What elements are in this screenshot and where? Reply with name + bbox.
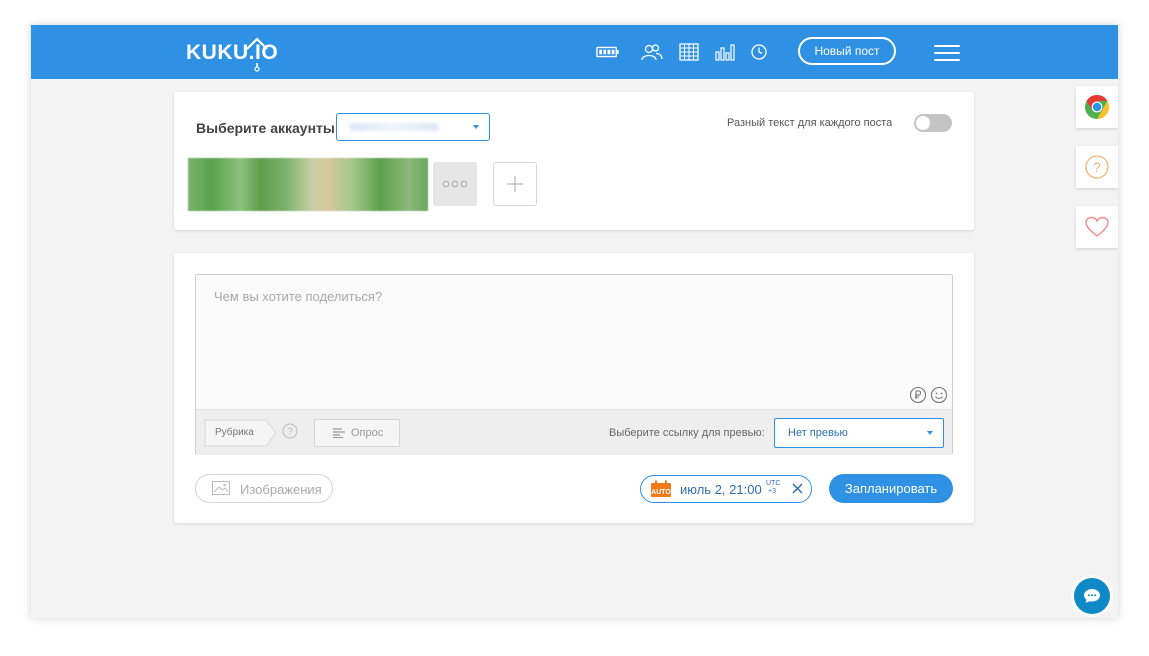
ruble-icon[interactable] (909, 386, 927, 404)
poll-label: Опрос (351, 427, 384, 439)
selected-accounts-blurred (349, 123, 439, 131)
different-text-toggle[interactable] (914, 114, 952, 132)
add-images-button[interactable]: Изображения (195, 474, 333, 503)
users-icon[interactable] (640, 42, 664, 62)
accounts-card: Выберите аккаунты Разный текст для каждо… (174, 92, 974, 230)
menu-icon[interactable] (934, 44, 960, 62)
close-icon[interactable] (791, 482, 804, 495)
favorite-tab[interactable] (1076, 206, 1118, 248)
post-editor: Рубрика ? Опрос Выберите ссылку для прев… (195, 274, 953, 455)
battery-icon[interactable] (596, 42, 620, 62)
utc-offset: +3 (768, 488, 776, 495)
rubric-button[interactable]: Рубрика (204, 419, 278, 447)
emoji-icon[interactable] (930, 386, 948, 404)
stats-icon[interactable] (713, 42, 737, 62)
schedule-date-value: июль 2, 21:00 (680, 482, 762, 497)
more-accounts-button[interactable] (433, 162, 477, 206)
ellipsis-icon (442, 180, 468, 188)
svg-text:?: ? (287, 427, 293, 438)
preview-link-select[interactable]: Нет превью (774, 418, 944, 448)
svg-text:?: ? (1093, 159, 1101, 175)
post-composer-card: Рубрика ? Опрос Выберите ссылку для прев… (174, 253, 974, 523)
accounts-select[interactable] (336, 113, 490, 141)
auto-badge-text: AUTO (651, 489, 671, 496)
chat-button[interactable] (1074, 578, 1110, 614)
image-icon (212, 481, 230, 495)
add-account-button[interactable] (493, 162, 537, 206)
chrome-extension-tab[interactable] (1076, 86, 1118, 128)
top-header: KUKU.IO Новый пост (31, 25, 1118, 79)
calendar-grid-icon[interactable] (677, 42, 701, 62)
poll-list-icon (333, 428, 345, 438)
app-window: KUKU.IO Новый пост Выберите аккаунты Раз… (31, 25, 1118, 618)
rubric-label: Рубрика (215, 427, 254, 438)
help-tab[interactable]: ? (1076, 146, 1118, 188)
utc-label: UTC (766, 480, 781, 487)
post-text-input[interactable] (196, 275, 952, 407)
new-post-button[interactable]: Новый пост (798, 37, 896, 65)
question-icon: ? (1085, 155, 1109, 179)
poll-button[interactable]: Опрос (314, 419, 400, 447)
images-label: Изображения (240, 482, 322, 497)
plus-icon (507, 176, 523, 192)
chevron-down-icon (927, 431, 933, 435)
chevron-down-icon (473, 125, 479, 129)
accounts-label: Выберите аккаунты (196, 120, 335, 136)
different-text-label: Разный текст для каждого поста (727, 117, 893, 129)
clock-icon[interactable] (747, 42, 771, 62)
logo-house-icon (246, 37, 268, 72)
auto-calendar-icon: AUTO (651, 480, 671, 497)
logo[interactable]: KUKU.IO (186, 35, 278, 72)
chrome-icon (1085, 95, 1110, 119)
editor-toolbar: Рубрика ? Опрос Выберите ссылку для прев… (196, 409, 952, 455)
heart-icon (1085, 216, 1109, 237)
schedule-date-chip[interactable]: AUTO июль 2, 21:00 UTC +3 (640, 475, 812, 503)
question-icon[interactable]: ? (282, 423, 298, 439)
preview-link-label: Выберите ссылку для превью: (609, 427, 765, 439)
account-avatars[interactable] (188, 158, 428, 211)
toggle-knob (916, 116, 930, 130)
preview-select-value: Нет превью (788, 427, 848, 439)
chat-bubble-icon (1084, 589, 1100, 603)
schedule-button[interactable]: Запланировать (829, 474, 953, 503)
